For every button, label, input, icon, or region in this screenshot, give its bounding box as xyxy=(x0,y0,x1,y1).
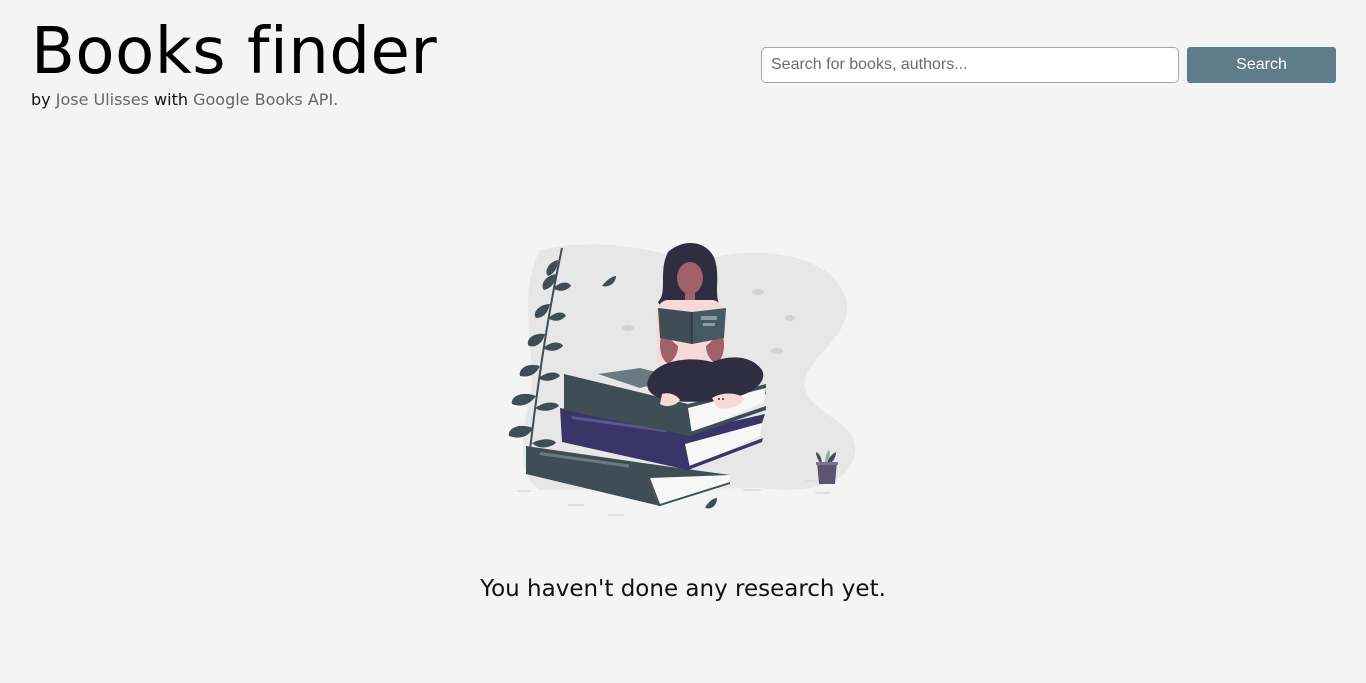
page-title: Books finder xyxy=(31,15,438,89)
search-button[interactable]: Search xyxy=(1187,47,1336,83)
potted-plant-icon xyxy=(816,450,838,484)
reading-illustration-svg xyxy=(508,242,856,516)
author-link[interactable]: Jose Ulisses xyxy=(56,90,149,109)
search-form: Search xyxy=(761,47,1336,83)
google-books-api-link-period[interactable]: . xyxy=(333,90,338,109)
with-text: with xyxy=(154,90,188,109)
google-books-api-link[interactable]: Google Books API xyxy=(193,90,333,109)
by-text: by xyxy=(31,90,51,109)
falling-leaf-icon xyxy=(705,498,717,509)
empty-state-message: You haven't done any research yet. xyxy=(480,576,886,602)
page: Books finder by Jose Ulisses with Google… xyxy=(0,0,1366,683)
brand-subtitle: by Jose Ulisses with Google Books API. xyxy=(31,90,437,110)
search-input[interactable] xyxy=(761,47,1179,83)
woman-reading-on-book-stack-illustration xyxy=(500,238,866,523)
brand-header: Books finder by Jose Ulisses with Google… xyxy=(31,14,437,110)
